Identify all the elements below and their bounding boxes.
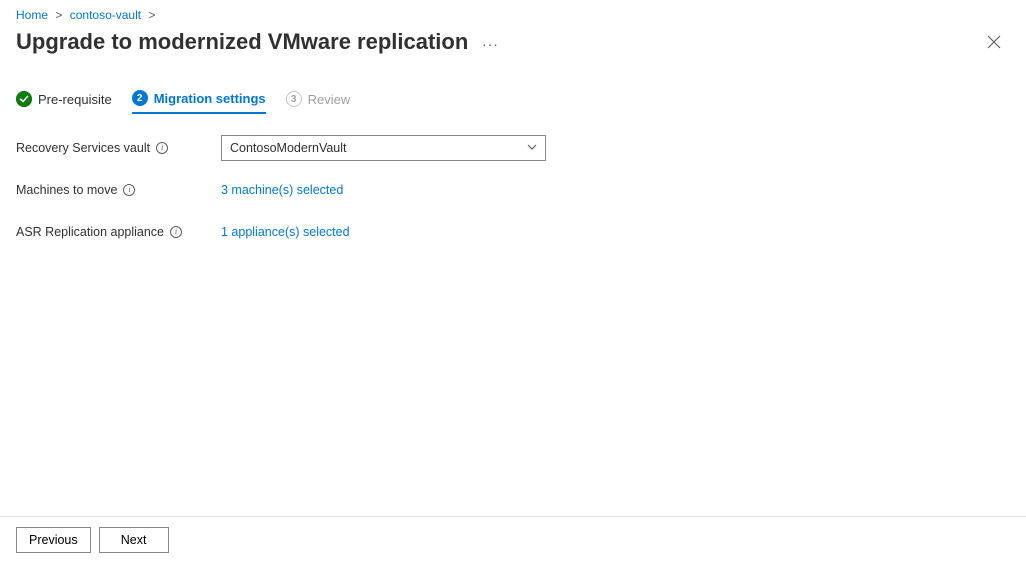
row-recovery-vault: Recovery Services vault ContosoModernVau… [16,134,1010,162]
breadcrumb-sep: > [55,8,62,22]
page-header: Upgrade to modernized VMware replication… [0,26,1026,66]
step-migration-settings[interactable]: 2 Migration settings [132,90,266,114]
recovery-vault-select[interactable]: ContosoModernVault [221,135,546,161]
next-button[interactable]: Next [99,527,169,553]
step-number-icon: 2 [132,90,148,106]
breadcrumb-sep: > [148,8,155,22]
row-appliance: ASR Replication appliance 1 appliance(s)… [16,218,1010,246]
step-number-icon: 3 [286,91,302,107]
breadcrumb: Home > contoso-vault > [0,0,1026,26]
previous-button[interactable]: Previous [16,527,91,553]
breadcrumb-home[interactable]: Home [16,8,48,22]
step-label: Review [308,92,351,107]
info-icon[interactable] [170,226,182,238]
appliance-selected-link[interactable]: 1 appliance(s) selected [221,225,350,239]
step-review[interactable]: 3 Review [286,91,351,113]
info-icon[interactable] [156,142,168,154]
row-machines: Machines to move 3 machine(s) selected [16,176,1010,204]
migration-settings-form: Recovery Services vault ContosoModernVau… [0,114,1026,246]
wizard-footer: Previous Next [0,516,1026,563]
select-value: ContosoModernVault [230,141,347,155]
label-recovery-vault: Recovery Services vault [16,141,221,155]
info-icon[interactable] [123,184,135,196]
wizard-steps: Pre-requisite 2 Migration settings 3 Rev… [0,66,1026,114]
label-appliance: ASR Replication appliance [16,225,221,239]
step-label: Pre-requisite [38,92,112,107]
check-icon [16,91,32,107]
more-actions-icon[interactable]: ··· [482,36,499,52]
breadcrumb-vault[interactable]: contoso-vault [70,8,141,22]
step-label: Migration settings [154,91,266,106]
label-machines: Machines to move [16,183,221,197]
label-text: ASR Replication appliance [16,225,164,239]
machines-selected-link[interactable]: 3 machine(s) selected [221,183,343,197]
label-text: Machines to move [16,183,117,197]
label-text: Recovery Services vault [16,141,150,155]
step-prerequisite[interactable]: Pre-requisite [16,91,112,113]
page-title: Upgrade to modernized VMware replication [16,29,468,54]
chevron-down-icon [527,141,537,155]
close-button[interactable] [978,26,1010,58]
close-icon [987,35,1001,49]
